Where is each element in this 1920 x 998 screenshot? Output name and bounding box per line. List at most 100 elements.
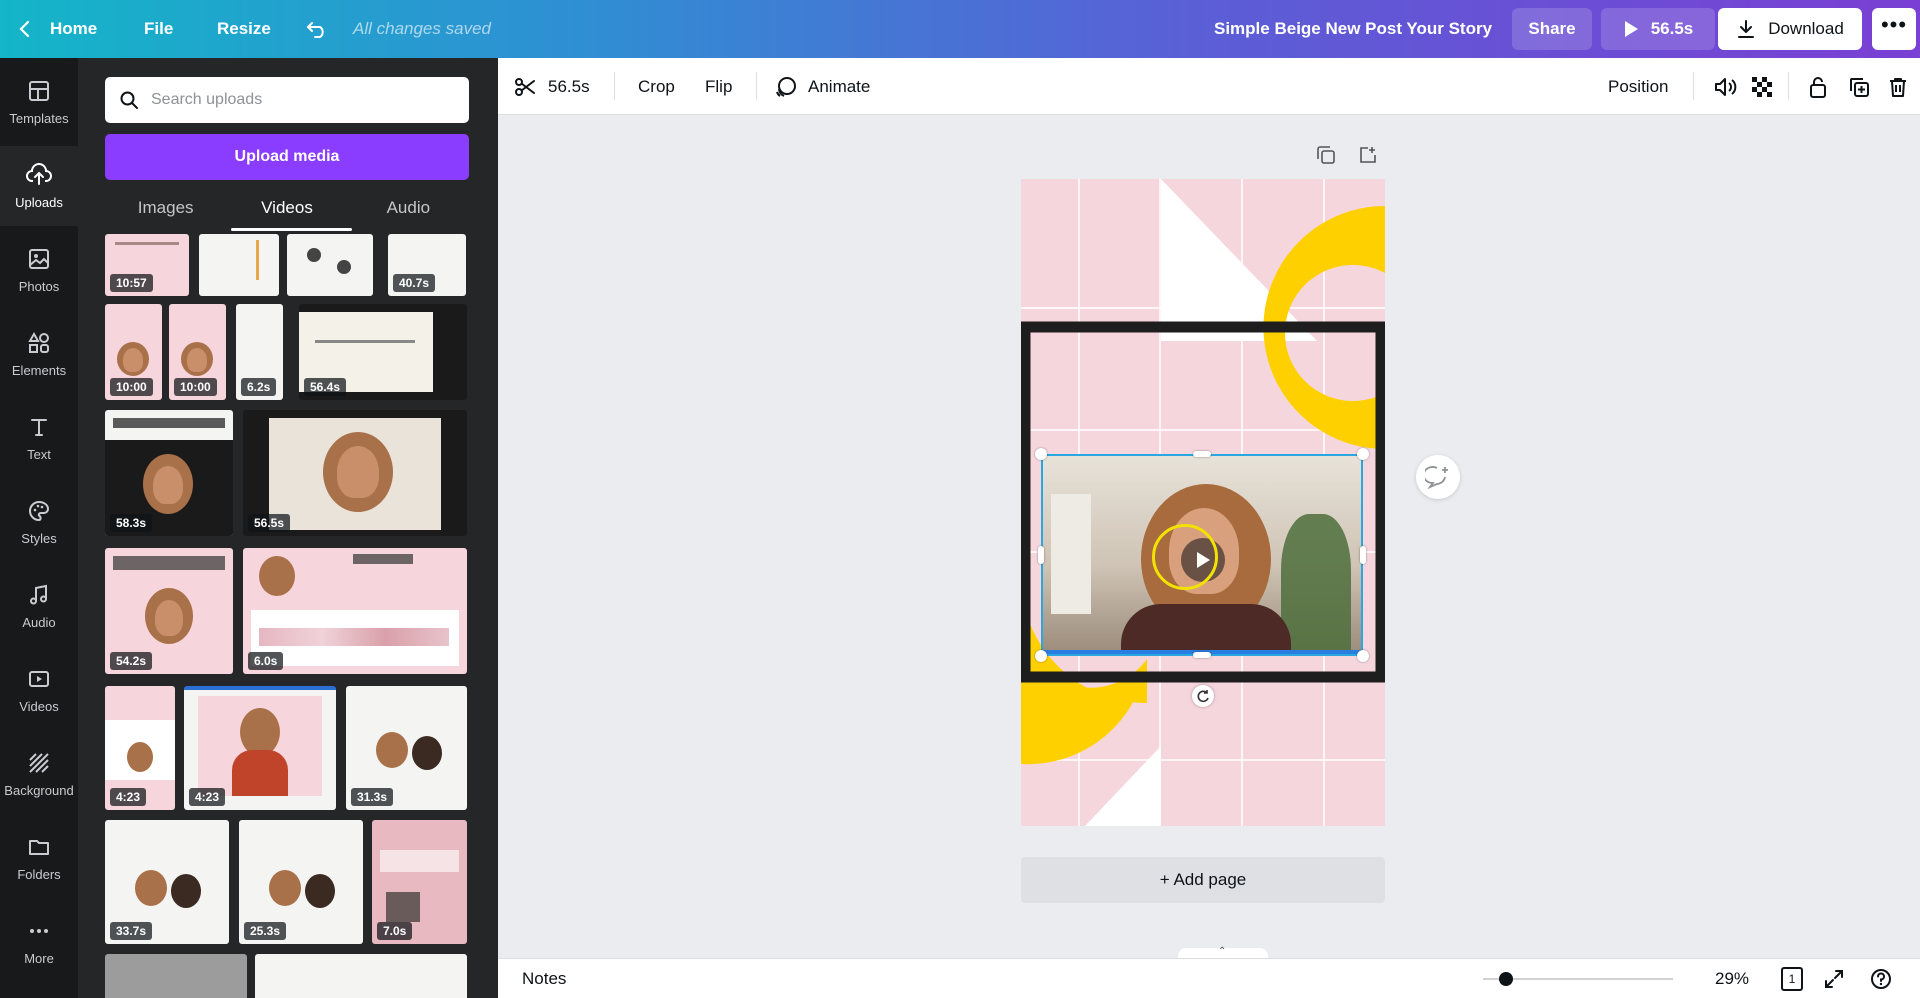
rail-templates[interactable]: Templates xyxy=(0,62,78,142)
lock-icon[interactable] xyxy=(1808,58,1828,115)
active-tab-indicator xyxy=(231,228,352,231)
download-button[interactable]: Download xyxy=(1718,8,1862,50)
resize-handle[interactable] xyxy=(1193,451,1211,457)
tab-images[interactable]: Images xyxy=(105,190,226,230)
search-input[interactable] xyxy=(151,91,451,109)
resize-handle[interactable] xyxy=(1360,546,1366,564)
canvas-area: + Add page xyxy=(498,115,1920,958)
resize-handle[interactable] xyxy=(1038,546,1044,564)
share-button[interactable]: Share xyxy=(1512,8,1592,50)
home-button[interactable]: Home xyxy=(50,0,97,58)
resize-handle[interactable] xyxy=(1357,448,1369,460)
video-grid: 10:57 40.7s 10:00 10:00 6.2s 56.4s 58.3s… xyxy=(78,234,498,998)
video-thumb[interactable]: 4:23 xyxy=(105,686,175,810)
animate-label: Animate xyxy=(808,76,871,96)
rail-folders[interactable]: Folders xyxy=(0,818,78,898)
rail-styles[interactable]: Styles xyxy=(0,482,78,562)
save-status: All changes saved xyxy=(353,19,491,38)
resize-handle[interactable] xyxy=(1035,448,1047,460)
rail-label: Styles xyxy=(21,530,57,546)
divider xyxy=(614,72,615,100)
back-chevron-icon[interactable] xyxy=(18,0,32,58)
present-button[interactable]: 56.5s xyxy=(1601,8,1715,50)
resize-handle[interactable] xyxy=(1357,650,1369,662)
zoom-slider-knob[interactable] xyxy=(1499,972,1514,986)
video-thumb[interactable]: 10:00 xyxy=(169,304,226,400)
duration-badge: 40.7s xyxy=(393,274,436,292)
video-thumb[interactable]: 10:57 xyxy=(105,234,189,296)
file-menu[interactable]: File xyxy=(144,0,173,58)
rail-label: Templates xyxy=(9,110,69,126)
templates-icon xyxy=(27,79,51,111)
crop-button[interactable]: Crop xyxy=(638,58,675,115)
rail-elements[interactable]: Elements xyxy=(0,314,78,394)
rail-videos[interactable]: Videos xyxy=(0,650,78,730)
video-thumb[interactable]: 7.0s xyxy=(372,820,467,944)
divider xyxy=(756,72,757,100)
duration-badge: 58.3s xyxy=(110,514,153,532)
document-title[interactable]: Simple Beige New Post Your Story xyxy=(1214,0,1492,58)
page-count-button[interactable]: 1 xyxy=(1781,959,1803,998)
animate-button[interactable]: Animate xyxy=(774,58,870,115)
position-button[interactable]: Position xyxy=(1608,58,1668,115)
video-thumb[interactable]: 40.7s xyxy=(388,234,466,296)
video-thumb[interactable] xyxy=(105,954,247,998)
notes-button[interactable]: Notes xyxy=(522,959,566,998)
duplicate-icon[interactable] xyxy=(1848,58,1870,115)
present-duration: 56.5s xyxy=(1650,19,1694,38)
duration-badge: 54.2s xyxy=(110,652,153,670)
rail-more[interactable]: More xyxy=(0,902,78,982)
video-thumb[interactable]: 6.0s xyxy=(243,548,467,674)
tab-videos[interactable]: Videos xyxy=(226,190,347,230)
video-thumb[interactable]: 4:23 xyxy=(184,686,336,810)
rail-label: More xyxy=(24,950,54,966)
rail-background[interactable]: Background xyxy=(0,734,78,814)
video-thumb[interactable]: 56.5s xyxy=(243,410,467,536)
chevron-up-icon: ⌃ xyxy=(1218,946,1227,957)
rail-uploads[interactable]: Uploads xyxy=(0,146,78,226)
video-thumb[interactable]: 31.3s xyxy=(346,686,467,810)
trim-button[interactable]: 56.5s xyxy=(514,58,590,115)
video-thumb[interactable]: 33.7s xyxy=(105,820,229,944)
flip-button[interactable]: Flip xyxy=(705,58,732,115)
transparency-icon[interactable] xyxy=(1751,58,1773,115)
zoom-level[interactable]: 29% xyxy=(1715,959,1749,998)
rail-audio[interactable]: Audio xyxy=(0,566,78,646)
white-triangle-bottom xyxy=(1085,746,1161,826)
video-thumb[interactable] xyxy=(287,234,373,296)
video-thumb[interactable]: 54.2s xyxy=(105,548,233,674)
upload-media-button[interactable]: Upload media xyxy=(105,134,469,180)
help-icon[interactable] xyxy=(1870,959,1892,998)
resize-handle[interactable] xyxy=(1035,650,1047,662)
rail-photos[interactable]: Photos xyxy=(0,230,78,310)
resize-button[interactable]: Resize xyxy=(217,0,271,58)
volume-icon[interactable] xyxy=(1713,58,1737,115)
fullscreen-icon[interactable] xyxy=(1824,959,1844,998)
more-options-button[interactable]: ••• xyxy=(1872,8,1916,50)
rail-text[interactable]: Text xyxy=(0,398,78,478)
video-thumb[interactable]: 58.3s xyxy=(105,410,233,536)
search-box[interactable] xyxy=(105,77,469,123)
tab-audio[interactable]: Audio xyxy=(348,190,469,230)
copy-page-icon[interactable] xyxy=(1316,145,1336,170)
background-icon xyxy=(27,751,51,783)
video-thumb[interactable]: 56.4s xyxy=(299,304,467,400)
trash-icon[interactable] xyxy=(1888,58,1908,115)
divider xyxy=(1788,72,1789,100)
video-thumb[interactable] xyxy=(255,954,467,998)
add-page-button[interactable]: + Add page xyxy=(1021,857,1385,903)
video-thumb[interactable]: 25.3s xyxy=(239,820,363,944)
add-page-icon[interactable] xyxy=(1358,145,1378,170)
cursor-highlight xyxy=(1152,524,1218,590)
rotate-handle[interactable] xyxy=(1192,685,1214,707)
footer-bar: Notes 29% 1 xyxy=(498,958,1920,998)
resize-handle[interactable] xyxy=(1193,652,1211,658)
video-thumb[interactable] xyxy=(199,234,279,296)
text-icon xyxy=(27,415,51,447)
add-comment-button[interactable] xyxy=(1416,455,1460,499)
video-thumb[interactable]: 6.2s xyxy=(236,304,283,400)
design-page[interactable] xyxy=(1021,179,1385,826)
upload-cloud-icon xyxy=(26,162,52,195)
undo-icon[interactable] xyxy=(306,0,328,58)
video-thumb[interactable]: 10:00 xyxy=(105,304,162,400)
